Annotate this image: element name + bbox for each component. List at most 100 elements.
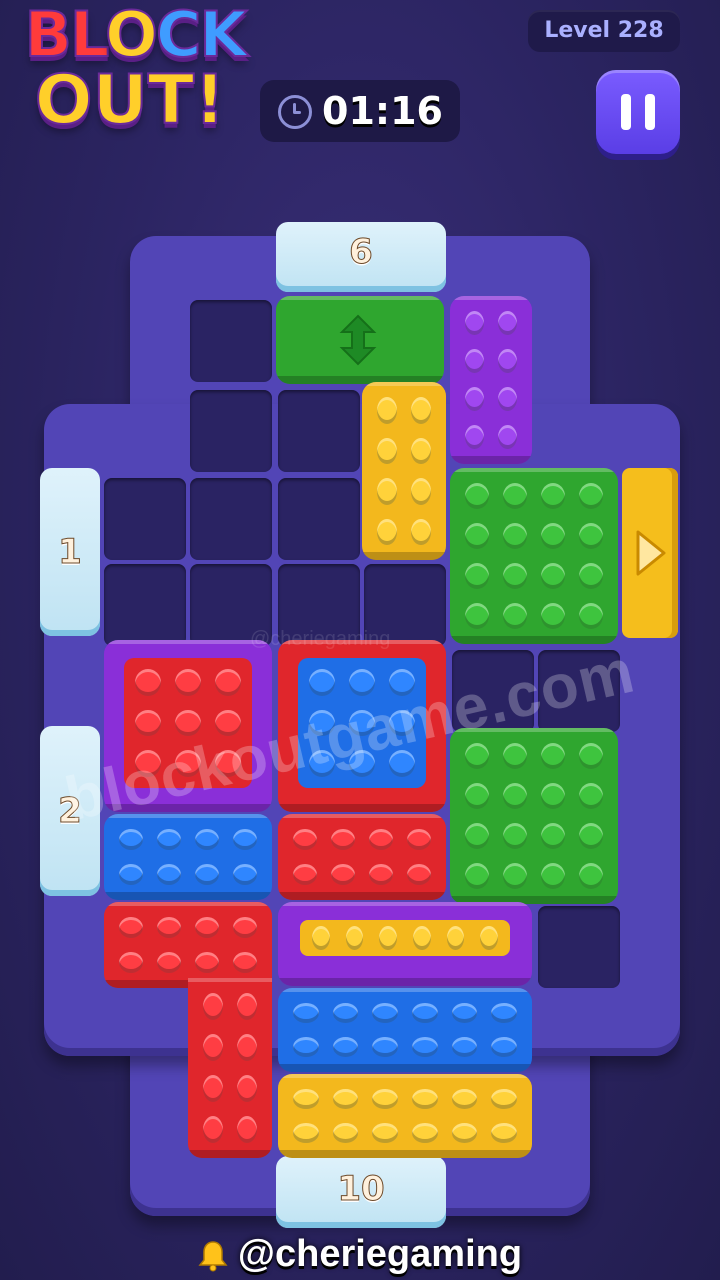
stud xyxy=(332,1123,359,1143)
timer: 01:16 xyxy=(260,80,460,142)
stud xyxy=(411,518,431,545)
stud xyxy=(407,864,431,885)
stud xyxy=(372,1089,398,1109)
logo-out: OUT! xyxy=(34,61,226,140)
stud xyxy=(119,829,143,850)
stud xyxy=(237,1034,257,1061)
yellow-block-tall[interactable] xyxy=(362,382,446,560)
studs xyxy=(300,920,510,956)
stud xyxy=(451,1089,478,1109)
stud xyxy=(498,387,517,411)
studs xyxy=(278,988,532,1072)
stud xyxy=(491,1089,517,1109)
door-top-6: 6 xyxy=(276,222,446,292)
stud xyxy=(157,829,181,850)
stud xyxy=(309,669,335,696)
red-block-center[interactable] xyxy=(278,814,446,900)
stud xyxy=(233,952,257,973)
stud xyxy=(293,1089,319,1109)
stud xyxy=(541,483,565,509)
stud xyxy=(451,1003,478,1023)
game-logo: BLOCK OUT! xyxy=(0,0,270,160)
empty-cell xyxy=(190,300,272,382)
play-triangle-icon xyxy=(636,530,666,576)
yellow-block-wide[interactable] xyxy=(278,1074,532,1158)
empty-cell xyxy=(104,478,186,560)
stud xyxy=(451,1037,478,1057)
stud xyxy=(541,523,565,549)
stud xyxy=(579,523,603,549)
studs xyxy=(278,1074,532,1158)
purple-frame-wide-block[interactable] xyxy=(278,902,532,986)
empty-cell xyxy=(104,564,186,646)
stud xyxy=(157,864,181,885)
green-block-upper[interactable] xyxy=(450,468,618,644)
stud xyxy=(379,926,397,950)
stud xyxy=(413,926,431,950)
stud xyxy=(237,1116,257,1143)
stud xyxy=(465,387,484,411)
stud xyxy=(372,1037,398,1057)
blue-block-wide[interactable] xyxy=(278,988,532,1072)
door-left-upper-number: 1 xyxy=(58,532,83,573)
stud xyxy=(377,478,397,505)
stud xyxy=(332,1089,359,1109)
stud xyxy=(411,437,431,464)
stud xyxy=(579,563,603,589)
purple-block-tall[interactable] xyxy=(450,296,532,464)
stud xyxy=(503,483,527,509)
stud xyxy=(465,743,489,769)
stud xyxy=(135,669,161,696)
stud xyxy=(579,823,603,849)
studs xyxy=(188,978,272,1158)
door-bottom-10: 10 xyxy=(276,1156,446,1228)
stud xyxy=(175,709,201,737)
stud xyxy=(465,783,489,809)
stud xyxy=(215,669,241,696)
stud xyxy=(293,1003,319,1023)
stud xyxy=(237,1075,257,1102)
stud xyxy=(465,563,489,589)
stud xyxy=(465,603,489,629)
stud xyxy=(233,829,257,850)
stud xyxy=(293,864,317,885)
stud xyxy=(377,437,397,464)
stud xyxy=(237,993,257,1020)
stud xyxy=(233,917,257,938)
pause-icon xyxy=(621,94,631,130)
bell-icon xyxy=(198,1241,228,1272)
timer-value: 01:16 xyxy=(322,89,443,133)
stud xyxy=(349,669,375,696)
stud xyxy=(579,603,603,629)
stud xyxy=(331,864,355,885)
stud xyxy=(465,863,489,889)
stud xyxy=(503,563,527,589)
yellow-inner-block[interactable] xyxy=(300,920,510,956)
stud xyxy=(332,1037,359,1057)
pause-button[interactable] xyxy=(596,70,680,154)
clock-icon xyxy=(278,95,312,129)
stud xyxy=(331,829,355,850)
stud xyxy=(446,926,465,950)
stud xyxy=(233,864,257,885)
red-l-block-stem[interactable] xyxy=(188,978,272,1158)
door-top-number: 6 xyxy=(349,232,374,273)
empty-cell xyxy=(538,906,620,988)
stud xyxy=(203,1116,223,1143)
red-l-block-top[interactable] xyxy=(104,902,272,988)
green-block-lower[interactable] xyxy=(450,728,618,904)
stud xyxy=(541,563,565,589)
stud xyxy=(377,518,397,545)
stud xyxy=(503,603,527,629)
stud xyxy=(498,349,517,373)
studs xyxy=(450,296,532,464)
blue-block-left[interactable] xyxy=(104,814,272,900)
pause-icon-bar xyxy=(645,94,655,130)
watermark-small: @cheriegaming xyxy=(250,628,391,650)
stud xyxy=(491,1037,517,1057)
stud xyxy=(119,952,143,973)
stud xyxy=(345,926,364,950)
logo-line-2: OUT! xyxy=(20,61,240,140)
stud xyxy=(579,743,603,769)
green-arrow-block[interactable] xyxy=(276,296,444,384)
